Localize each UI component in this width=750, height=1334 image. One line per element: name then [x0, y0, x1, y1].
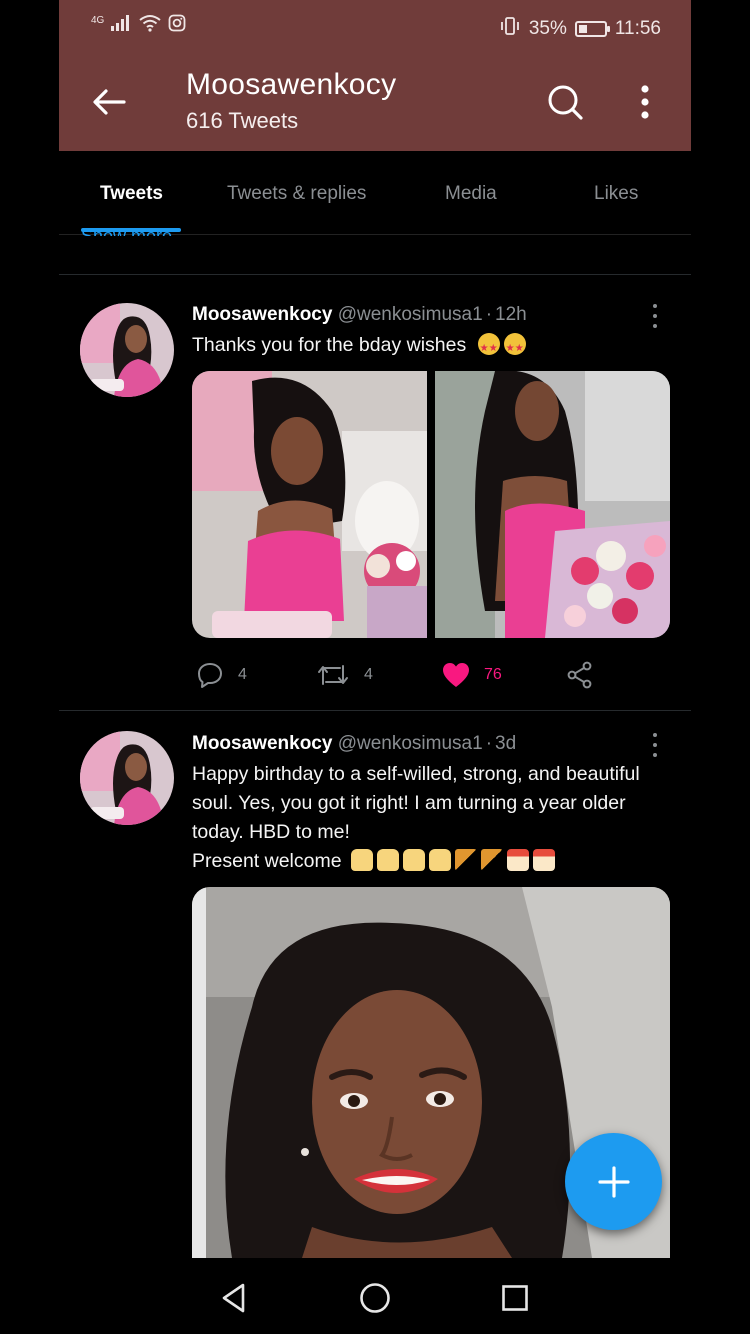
like-count: 76 — [484, 666, 502, 683]
retweet-count: 4 — [364, 666, 373, 683]
share-icon — [567, 661, 592, 689]
author-name[interactable]: Moosawenkocy — [192, 733, 332, 754]
nav-back-button[interactable] — [212, 1276, 256, 1320]
plus-icon — [597, 1165, 630, 1198]
tweet-media-grid — [192, 371, 670, 638]
reply-count: 4 — [238, 666, 247, 683]
tweet-meta: Moosawenkocy @wenkosimusa1 · 12h — [192, 304, 527, 326]
wifi-icon — [138, 14, 162, 37]
battery-icon — [574, 21, 610, 37]
avatar[interactable] — [80, 303, 174, 397]
compose-tweet-button[interactable] — [565, 1133, 662, 1230]
battery-level — [578, 25, 587, 33]
birthday-cake-emoji — [377, 849, 399, 871]
profile-screen: 4G 35% 11:56 Moosawenkocy 616 Tweets Twe… — [59, 0, 691, 1334]
meta-separator: · — [485, 304, 493, 325]
search-icon — [548, 85, 583, 120]
author-name[interactable]: Moosawenkocy — [192, 304, 332, 325]
reply-button[interactable]: 4 — [196, 659, 247, 691]
instagram-icon — [168, 14, 186, 37]
author-handle: @wenkosimusa1 — [337, 733, 483, 754]
tweet-meta: Moosawenkocy @wenkosimusa1 · 3d — [192, 733, 516, 755]
author-handle: @wenkosimusa1 — [337, 304, 483, 325]
battery-percent: 35% — [528, 18, 567, 39]
vibrate-icon — [499, 16, 521, 42]
birthday-cake-emoji — [351, 849, 373, 871]
network-type: 4G — [91, 15, 105, 26]
tweet-count: 616 Tweets — [186, 108, 299, 133]
page-title: Moosawenkocy — [186, 68, 397, 101]
arrow-left-icon — [93, 89, 126, 115]
tweet[interactable]: Moosawenkocy @wenkosimusa1 · 12h Thanks yo… — [59, 275, 691, 710]
tweet-actions: 4 4 76 — [192, 659, 652, 691]
tweet-photo[interactable] — [435, 371, 670, 638]
profile-title-block: Moosawenkocy 616 Tweets — [186, 68, 396, 134]
signal-icon — [110, 14, 132, 37]
status-bar-right: 35% 11:56 — [499, 16, 661, 42]
star-struck-emoji — [503, 333, 526, 363]
tweet-body: Thanks you for the bday wishes — [192, 334, 467, 356]
share-button[interactable] — [566, 659, 594, 691]
tweet-photo[interactable] — [192, 371, 427, 638]
show-more-link[interactable]: Show more — [81, 222, 172, 236]
retweet-icon — [318, 665, 348, 685]
tab-media[interactable]: Media — [445, 183, 497, 205]
tweet-menu-button[interactable] — [647, 731, 663, 759]
circle-home-icon — [360, 1283, 390, 1313]
back-button[interactable] — [87, 80, 131, 124]
shortcake-emoji — [533, 849, 555, 871]
tweet-text-line: soul. Yes, you got it right! I am turnin… — [192, 792, 626, 814]
like-button[interactable]: 76 — [442, 659, 502, 691]
tab-likes[interactable]: Likes — [594, 183, 638, 205]
pie-emoji — [455, 849, 477, 871]
meta-separator: · — [485, 733, 493, 754]
app-header: 4G 35% 11:56 Moosawenkocy 616 Tweets — [59, 0, 691, 151]
birthday-cake-emoji — [429, 849, 451, 871]
retweet-button[interactable]: 4 — [316, 659, 373, 691]
avatar[interactable] — [80, 731, 174, 825]
tweet-text-line: Present welcome — [192, 850, 342, 872]
tweet-text: Happy birthday to a self-willed, strong,… — [192, 760, 672, 876]
overflow-menu-button[interactable] — [627, 80, 663, 124]
tab-tweets[interactable]: Tweets — [100, 183, 163, 205]
triangle-back-icon — [222, 1283, 245, 1313]
tweet-menu-button[interactable] — [647, 302, 663, 330]
nav-home-button[interactable] — [353, 1276, 397, 1320]
tweet-text-line: Happy birthday to a self-willed, strong,… — [192, 763, 640, 785]
nav-recents-button[interactable] — [493, 1276, 537, 1320]
pie-emoji — [481, 849, 503, 871]
system-navigation-bar — [0, 1258, 750, 1334]
tweet-text: Thanks you for the bday wishes — [192, 331, 672, 363]
clock: 11:56 — [614, 18, 661, 39]
search-button[interactable] — [543, 80, 587, 124]
heart-filled-icon — [443, 663, 469, 687]
birthday-cake-emoji — [403, 849, 425, 871]
tweet-time: 3d — [495, 733, 517, 754]
shortcake-emoji — [507, 849, 529, 871]
star-struck-emoji — [477, 333, 500, 363]
tab-tweets-and-replies[interactable]: Tweets & replies — [227, 183, 366, 205]
tweet-text-line: today. HBD to me! — [192, 821, 350, 843]
tweet-time: 12h — [495, 304, 527, 325]
more-vertical-icon — [641, 85, 649, 119]
reply-icon — [198, 663, 222, 688]
status-bar-left: 4G — [91, 14, 186, 37]
square-recents-icon — [502, 1285, 528, 1311]
